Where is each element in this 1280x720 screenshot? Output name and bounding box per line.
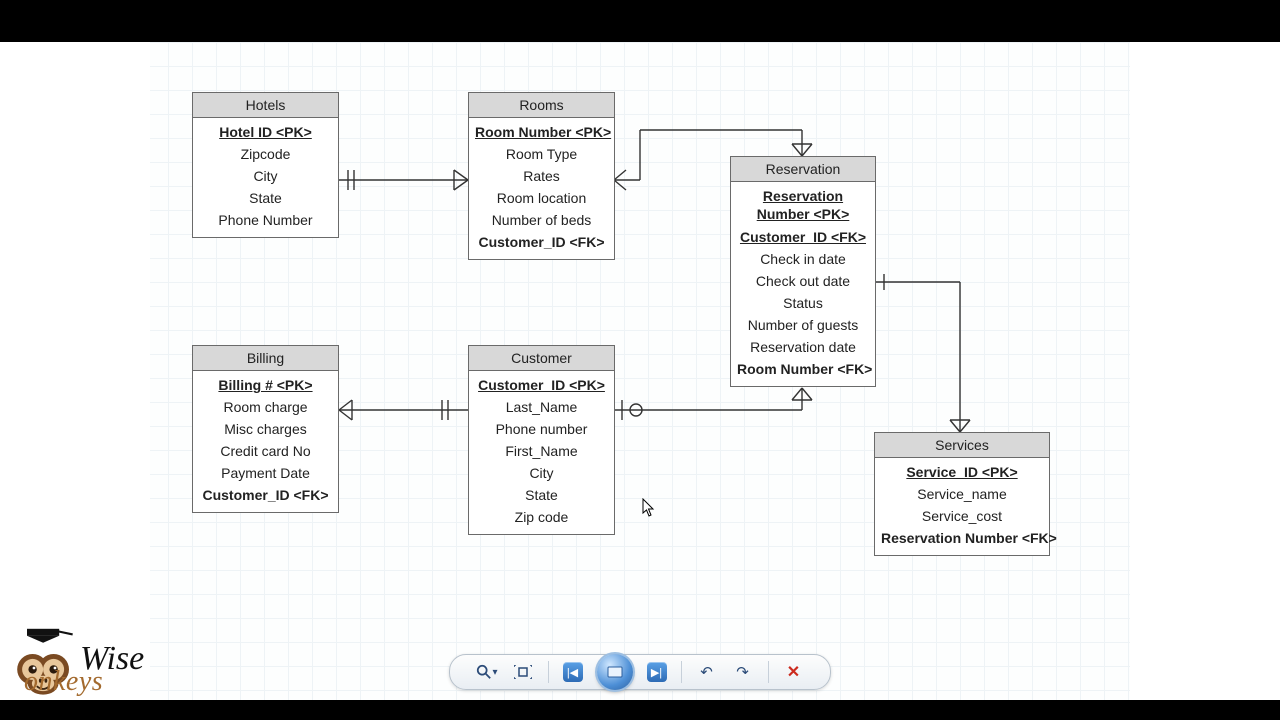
player-toolbar: ▾ |◀ ▶| ↶ ↷ ✕	[449, 654, 831, 690]
entity-field: Service_cost	[881, 505, 1043, 527]
undo-button[interactable]: ↶	[696, 661, 718, 683]
entity-field: Rates	[475, 165, 608, 187]
entity-field: Customer_ID <FK>	[737, 226, 869, 248]
entity-field: Customer_ID <FK>	[199, 484, 332, 506]
entity-body: Hotel ID <PK>ZipcodeCityStatePhone Numbe…	[193, 118, 338, 237]
entity-field: Misc charges	[199, 418, 332, 440]
entity-field: City	[475, 462, 608, 484]
entity-field: Phone number	[475, 418, 608, 440]
entity-field: Customer_ID <FK>	[475, 231, 608, 253]
entity-field: Billing # <PK>	[199, 374, 332, 396]
entity-field: Hotel ID <PK>	[199, 121, 332, 143]
entity-field: First_Name	[475, 440, 608, 462]
close-button[interactable]: ✕	[783, 661, 805, 683]
entity-title: Customer	[469, 346, 614, 371]
entity-field: Zipcode	[199, 143, 332, 165]
entity-field: Customer_ID <PK>	[475, 374, 608, 396]
entity-body: Room Number <PK>Room TypeRatesRoom locat…	[469, 118, 614, 259]
entity-title: Services	[875, 433, 1049, 458]
entity-field: Phone Number	[199, 209, 332, 231]
entity-field: Room Number <FK>	[737, 358, 869, 380]
logo-text-2: onkeys	[24, 666, 103, 698]
entity-field: Reservation Number <PK>	[737, 185, 869, 226]
entity-title: Billing	[193, 346, 338, 371]
entity-field: Zip code	[475, 506, 608, 528]
entity-billing[interactable]: Billing Billing # <PK>Room chargeMisc ch…	[192, 345, 339, 513]
entity-field: Room charge	[199, 396, 332, 418]
entity-customer[interactable]: Customer Customer_ID <PK>Last_NamePhone …	[468, 345, 615, 535]
entity-field: Room location	[475, 187, 608, 209]
entity-body: Reservation Number <PK>Customer_ID <FK>C…	[731, 182, 875, 386]
entity-field: Check in date	[737, 248, 869, 270]
mouse-cursor-icon	[642, 498, 656, 518]
entity-field: State	[199, 187, 332, 209]
separator	[681, 661, 682, 683]
letterbox-bottom	[0, 700, 1280, 720]
entity-field: Check out date	[737, 270, 869, 292]
entity-field: Number of beds	[475, 209, 608, 231]
entity-services[interactable]: Services Service_ID <PK>Service_nameServ…	[874, 432, 1050, 556]
entity-field: State	[475, 484, 608, 506]
redo-button[interactable]: ↷	[732, 661, 754, 683]
erd-canvas[interactable]: Hotels Hotel ID <PK>ZipcodeCityStatePhon…	[0, 42, 1280, 700]
entity-field: Credit card No	[199, 440, 332, 462]
entity-field: Service_ID <PK>	[881, 461, 1043, 483]
entity-field: Status	[737, 292, 869, 314]
letterbox-top	[0, 0, 1280, 42]
entity-title: Rooms	[469, 93, 614, 118]
entity-field: Number of guests	[737, 314, 869, 336]
entity-body: Service_ID <PK>Service_nameService_costR…	[875, 458, 1049, 555]
first-button[interactable]: |◀	[563, 662, 583, 682]
entity-rooms[interactable]: Rooms Room Number <PK>Room TypeRatesRoom…	[468, 92, 615, 260]
entity-field: Reservation Number <FK>	[881, 527, 1043, 549]
zoom-button[interactable]: ▾	[476, 661, 498, 683]
entity-title: Reservation	[731, 157, 875, 182]
entity-field: Last_Name	[475, 396, 608, 418]
entity-field: Reservation date	[737, 336, 869, 358]
separator	[768, 661, 769, 683]
entity-body: Customer_ID <PK>Last_NamePhone numberFir…	[469, 371, 614, 534]
entity-field: Room Type	[475, 143, 608, 165]
entity-body: Billing # <PK>Room chargeMisc chargesCre…	[193, 371, 338, 512]
entity-field: City	[199, 165, 332, 187]
entity-title: Hotels	[193, 93, 338, 118]
separator	[548, 661, 549, 683]
entity-field: Room Number <PK>	[475, 121, 608, 143]
entity-hotels[interactable]: Hotels Hotel ID <PK>ZipcodeCityStatePhon…	[192, 92, 339, 238]
entity-reservation[interactable]: Reservation Reservation Number <PK>Custo…	[730, 156, 876, 387]
entity-field: Service_name	[881, 483, 1043, 505]
entity-field: Payment Date	[199, 462, 332, 484]
last-button[interactable]: ▶|	[647, 662, 667, 682]
fit-button[interactable]	[512, 661, 534, 683]
brand-logo: Wise onkeys	[6, 626, 144, 696]
play-button[interactable]	[597, 654, 633, 690]
